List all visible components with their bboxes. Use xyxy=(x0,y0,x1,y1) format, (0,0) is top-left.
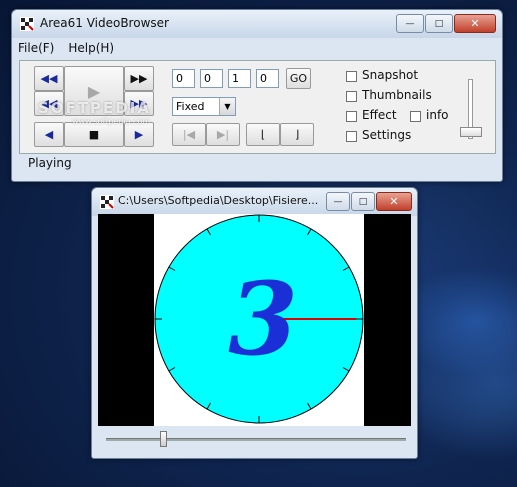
close-button[interactable]: ✕ xyxy=(454,14,496,33)
title-bar[interactable]: Area61 VideoBrowser — □ ✕ xyxy=(12,10,502,38)
rewind-button[interactable]: ◀◀ xyxy=(34,66,64,91)
video-window: C:\Users\Softpedia\Desktop\Fisiere... — … xyxy=(91,187,418,459)
skip-start-button[interactable]: |◀ xyxy=(172,123,206,146)
info-checkbox[interactable] xyxy=(410,111,421,122)
thumbnails-label: Thumbnails xyxy=(362,88,432,102)
snapshot-label: Snapshot xyxy=(362,68,419,82)
main-window: Area61 VideoBrowser — □ ✕ File(F) Help(H… xyxy=(11,9,503,182)
volume-slider-thumb[interactable] xyxy=(460,127,482,137)
position-field-3[interactable]: 1 xyxy=(228,69,251,88)
chevron-down-icon: ▼ xyxy=(219,98,235,115)
video-minimize-button[interactable]: — xyxy=(326,192,350,211)
menu-file[interactable]: File(F) xyxy=(18,41,54,55)
mode-select[interactable]: Fixed ▼ xyxy=(172,97,236,116)
status-text: Playing xyxy=(28,156,72,170)
info-label: info xyxy=(426,108,449,122)
watermark: SOFTPEDIA xyxy=(38,99,151,117)
frame-number: 3 xyxy=(228,260,298,378)
settings-label: Settings xyxy=(362,128,412,142)
skip-end-button[interactable]: ▶| xyxy=(206,123,240,146)
menu-help[interactable]: Help(H) xyxy=(68,41,114,55)
app-icon xyxy=(20,17,34,31)
video-window-title: C:\Users\Softpedia\Desktop\Fisiere... xyxy=(118,194,319,207)
app-icon xyxy=(100,195,114,209)
window-title: Area61 VideoBrowser xyxy=(40,16,169,30)
video-close-button[interactable]: ✕ xyxy=(376,192,412,211)
fast-forward-button[interactable]: ▶▶ xyxy=(124,66,154,91)
mode-select-value: Fixed xyxy=(176,100,205,113)
effect-checkbox[interactable] xyxy=(346,111,357,122)
thumbnails-checkbox[interactable] xyxy=(346,91,357,102)
go-button[interactable]: GO xyxy=(286,68,311,89)
seek-track xyxy=(106,438,406,441)
snapshot-checkbox[interactable] xyxy=(346,71,357,82)
seek-bar[interactable] xyxy=(98,428,411,450)
mark-in-button[interactable]: ⌊ xyxy=(246,123,280,146)
video-frame: 3 xyxy=(98,214,411,426)
effect-label: Effect xyxy=(362,108,397,122)
position-field-1[interactable]: 0 xyxy=(172,69,195,88)
seek-thumb[interactable] xyxy=(160,431,167,447)
step-back-button[interactable]: ◀ xyxy=(34,122,64,147)
minimize-button[interactable]: — xyxy=(396,14,424,33)
mark-out-button[interactable]: ⌋ xyxy=(280,123,314,146)
settings-checkbox[interactable] xyxy=(346,131,357,142)
maximize-button[interactable]: □ xyxy=(425,14,453,33)
position-field-4[interactable]: 0 xyxy=(256,69,279,88)
video-title-bar[interactable]: C:\Users\Softpedia\Desktop\Fisiere... — … xyxy=(92,188,417,216)
watermark-url: www.softpedia.com xyxy=(72,117,151,126)
video-maximize-button[interactable]: □ xyxy=(351,192,375,211)
menu-bar: File(F) Help(H) xyxy=(18,41,114,55)
controls-panel: ◀◀ ▶ ▶▶ ◀◀ ▶▶ ◀ ■ ▶ SOFTPEDIA www.softpe… xyxy=(19,60,496,154)
position-field-2[interactable]: 0 xyxy=(200,69,223,88)
